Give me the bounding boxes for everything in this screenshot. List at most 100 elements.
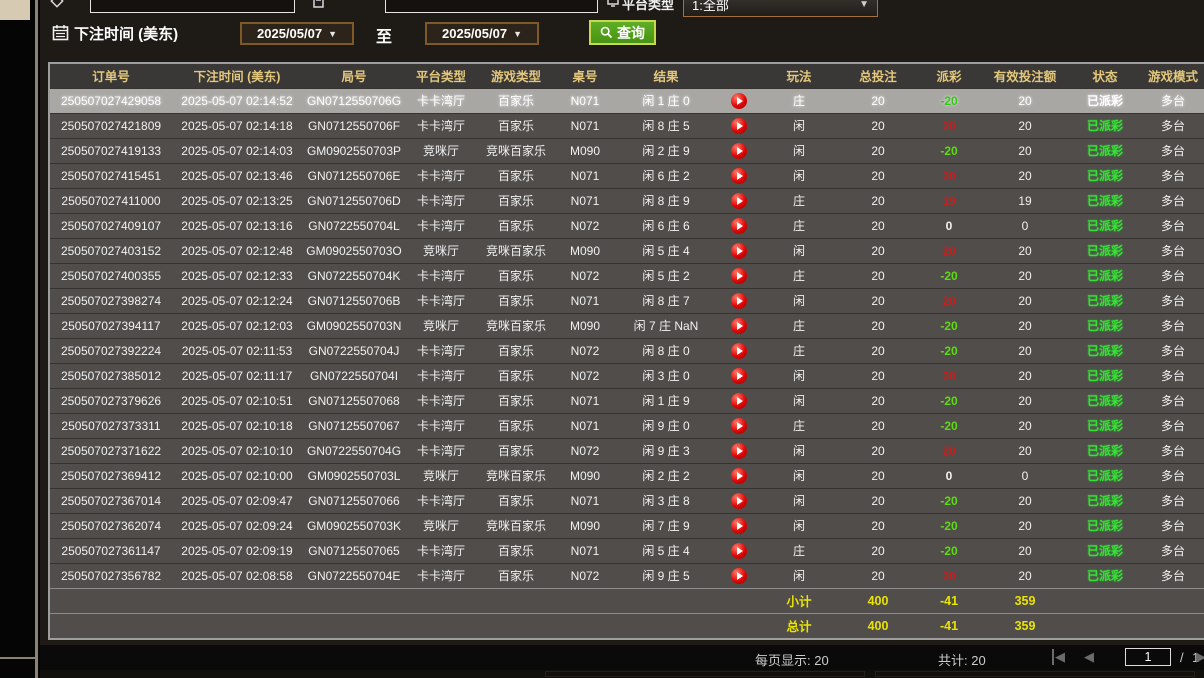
table-row[interactable]: 2505070273922242025-05-07 02:11:53GN0722… <box>50 338 1204 363</box>
cell-platform: 竞咪厅 <box>406 313 476 338</box>
cell-result: 闲 2 庄 9 <box>614 138 718 163</box>
cell-total_bet: 20 <box>838 188 918 213</box>
cell-platform: 卡卡湾厅 <box>406 388 476 413</box>
cell-time: 2025-05-07 02:14:52 <box>172 88 302 113</box>
first-page-icon[interactable]: ◀ <box>1052 649 1065 665</box>
cell-valid_bet: 20 <box>980 313 1070 338</box>
play-video-icon[interactable] <box>731 543 747 559</box>
cell-platform: 卡卡湾厅 <box>406 413 476 438</box>
play-video-icon[interactable] <box>731 193 747 209</box>
table-row[interactable]: 2505070274031522025-05-07 02:12:48GM0902… <box>50 238 1204 263</box>
cell-status: 已派彩 <box>1070 438 1140 463</box>
subtotal-total-bet: 400 <box>838 588 918 613</box>
play-video-icon[interactable] <box>731 318 747 334</box>
per-page-label: 每页显示: 20 <box>755 650 829 669</box>
query-button[interactable]: 查询 <box>589 20 656 45</box>
cell-total_bet: 20 <box>838 238 918 263</box>
table-row[interactable]: 2505070273716222025-05-07 02:10:10GN0722… <box>50 438 1204 463</box>
play-video-icon[interactable] <box>731 518 747 534</box>
cell-replay <box>718 488 760 513</box>
date-to-picker[interactable]: 2025/05/07 ▼ <box>425 22 539 45</box>
cell-table_no: N072 <box>556 438 614 463</box>
table-row[interactable]: 2505070274091072025-05-07 02:13:16GN0722… <box>50 213 1204 238</box>
play-video-icon[interactable] <box>731 243 747 259</box>
play-video-icon[interactable] <box>731 443 747 459</box>
table-row[interactable]: 2505070273670142025-05-07 02:09:47GN0712… <box>50 488 1204 513</box>
play-video-icon[interactable] <box>731 293 747 309</box>
cell-replay <box>718 213 760 238</box>
table-row[interactable]: 2505070274003552025-05-07 02:12:33GN0722… <box>50 263 1204 288</box>
cell-time: 2025-05-07 02:09:19 <box>172 538 302 563</box>
play-video-icon[interactable] <box>731 93 747 109</box>
cell-total_bet: 20 <box>838 213 918 238</box>
table-row[interactable]: 2505070273850122025-05-07 02:11:17GN0722… <box>50 363 1204 388</box>
play-video-icon[interactable] <box>731 143 747 159</box>
cell-table_no: N071 <box>556 88 614 113</box>
cell-table_no: N072 <box>556 263 614 288</box>
column-header-4: 游戏类型 <box>476 64 556 88</box>
column-header-2: 局号 <box>302 64 406 88</box>
cell-replay <box>718 388 760 413</box>
date-to-value: 2025/05/07 <box>442 26 507 41</box>
play-video-icon[interactable] <box>731 568 747 584</box>
play-video-icon[interactable] <box>731 493 747 509</box>
date-from-picker[interactable]: 2025/05/07 ▼ <box>240 22 354 45</box>
cell-status: 已派彩 <box>1070 413 1140 438</box>
column-header-0: 订单号 <box>50 64 172 88</box>
cell-order: 250507027411000 <box>50 188 172 213</box>
play-video-icon[interactable] <box>731 418 747 434</box>
filter-input-1[interactable] <box>90 0 295 13</box>
cell-status: 已派彩 <box>1070 213 1140 238</box>
table-row[interactable]: 2505070273982742025-05-07 02:12:24GN0712… <box>50 288 1204 313</box>
chevron-down-icon: ▼ <box>859 0 869 10</box>
play-video-icon[interactable] <box>731 468 747 484</box>
table-row[interactable]: 2505070274218092025-05-07 02:14:18GN0712… <box>50 113 1204 138</box>
cell-time: 2025-05-07 02:11:53 <box>172 338 302 363</box>
cell-payout: -20 <box>918 138 980 163</box>
cell-table_no: M090 <box>556 513 614 538</box>
next-page-icon[interactable]: ▶ <box>1196 649 1204 665</box>
cell-payout: 20 <box>918 113 980 138</box>
cell-order: 250507027362074 <box>50 513 172 538</box>
table-row[interactable]: 2505070273694122025-05-07 02:10:00GM0902… <box>50 463 1204 488</box>
table-row[interactable]: 2505070273611472025-05-07 02:09:19GN0712… <box>50 538 1204 563</box>
page-number-input[interactable]: 1 <box>1125 648 1171 666</box>
table-row[interactable]: 2505070274290582025-05-07 02:14:52GN0712… <box>50 88 1204 113</box>
cell-play: 闲 <box>760 288 838 313</box>
cell-total_bet: 20 <box>838 463 918 488</box>
cell-payout: 20 <box>918 288 980 313</box>
play-video-icon[interactable] <box>731 368 747 384</box>
corner-block <box>0 0 30 20</box>
play-video-icon[interactable] <box>731 268 747 284</box>
filter-input-2[interactable] <box>385 0 598 13</box>
cell-valid_bet: 20 <box>980 163 1070 188</box>
table-row[interactable]: 2505070274154512025-05-07 02:13:46GN0712… <box>50 163 1204 188</box>
cell-status: 已派彩 <box>1070 113 1140 138</box>
cell-table_no: N072 <box>556 363 614 388</box>
table-row[interactable]: 2505070273733112025-05-07 02:10:18GN0712… <box>50 413 1204 438</box>
play-video-icon[interactable] <box>731 168 747 184</box>
cell-time: 2025-05-07 02:13:46 <box>172 163 302 188</box>
table-row[interactable]: 2505070273796262025-05-07 02:10:51GN0712… <box>50 388 1204 413</box>
cell-status: 已派彩 <box>1070 338 1140 363</box>
chevron-down-icon: ▼ <box>328 29 337 39</box>
play-video-icon[interactable] <box>731 393 747 409</box>
platform-filter-select[interactable]: 1:全部 ▼ <box>683 0 878 17</box>
cell-total_bet: 20 <box>838 88 918 113</box>
cell-valid_bet: 20 <box>980 388 1070 413</box>
play-video-icon[interactable] <box>731 343 747 359</box>
table-row[interactable]: 2505070274110002025-05-07 02:13:25GN0712… <box>50 188 1204 213</box>
table-row[interactable]: 2505070273620742025-05-07 02:09:24GM0902… <box>50 513 1204 538</box>
table-row[interactable]: 2505070274191332025-05-07 02:14:03GM0902… <box>50 138 1204 163</box>
cell-table_no: N071 <box>556 163 614 188</box>
prev-page-icon[interactable]: ◀ <box>1084 649 1094 665</box>
play-video-icon[interactable] <box>731 118 747 134</box>
table-row[interactable]: 2505070273567822025-05-07 02:08:58GN0722… <box>50 563 1204 588</box>
table-footer: 小计 400 -41 359 总计 400 -41 359 <box>50 588 1204 638</box>
play-video-icon[interactable] <box>731 218 747 234</box>
table-row[interactable]: 2505070273941172025-05-07 02:12:03GM0902… <box>50 313 1204 338</box>
cell-order: 250507027385012 <box>50 363 172 388</box>
cell-time: 2025-05-07 02:13:25 <box>172 188 302 213</box>
cell-time: 2025-05-07 02:12:48 <box>172 238 302 263</box>
cell-status: 已派彩 <box>1070 288 1140 313</box>
